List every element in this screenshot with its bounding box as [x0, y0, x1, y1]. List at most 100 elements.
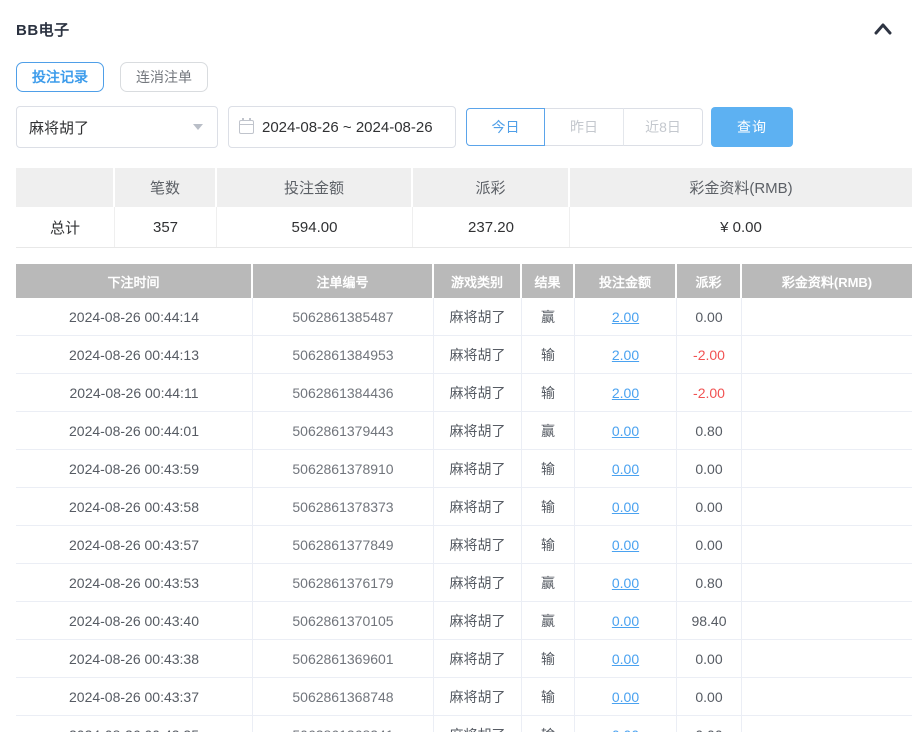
- payout-cell: 0.80: [677, 412, 742, 449]
- bet-time-cell: 2024-08-26 00:43:57: [16, 526, 253, 563]
- total-bonus: ¥ 0.00: [570, 207, 912, 247]
- total-count: 357: [115, 207, 217, 247]
- collapse-panel-button[interactable]: [872, 18, 894, 40]
- bet-amount-link[interactable]: 0.00: [612, 727, 639, 732]
- table-row: 2024-08-26 00:43:58 5062861378373 麻将胡了 输…: [16, 488, 912, 526]
- header-order-no: 注单编号: [253, 264, 434, 298]
- yesterday-button[interactable]: 昨日: [545, 108, 624, 146]
- order-no-cell: 5062861377849: [253, 526, 434, 563]
- bet-amount-cell: 0.00: [575, 488, 677, 525]
- payout-cell: 0.00: [677, 298, 742, 335]
- order-no-cell: 5062861384436: [253, 374, 434, 411]
- game-type-cell: 麻将胡了: [434, 526, 522, 563]
- bet-amount-link[interactable]: 0.00: [612, 575, 639, 591]
- order-no-cell: 5062861379443: [253, 412, 434, 449]
- bet-amount-link[interactable]: 2.00: [612, 309, 639, 325]
- order-no-cell: 5062861378910: [253, 450, 434, 487]
- bet-time-cell: 2024-08-26 00:43:40: [16, 602, 253, 639]
- bet-time-cell: 2024-08-26 00:44:11: [16, 374, 253, 411]
- filter-toolbar: 麻将胡了 2024-08-26 ~ 2024-08-26 今日 昨日 近8日 查…: [16, 106, 896, 148]
- bet-amount-link[interactable]: 0.00: [612, 461, 639, 477]
- result-cell: 输: [522, 678, 575, 715]
- bet-time-cell: 2024-08-26 00:43:58: [16, 488, 253, 525]
- game-type-cell: 麻将胡了: [434, 336, 522, 373]
- payout-cell: 0.00: [677, 488, 742, 525]
- summary-header-count: 笔数: [115, 168, 217, 207]
- bet-time-cell: 2024-08-26 00:43:53: [16, 564, 253, 601]
- bet-amount-link[interactable]: 2.00: [612, 385, 639, 401]
- panel-header: BB电子: [16, 18, 896, 40]
- game-select-value: 麻将胡了: [29, 117, 193, 138]
- payout-cell: 0.80: [677, 564, 742, 601]
- bet-amount-link[interactable]: 0.00: [612, 689, 639, 705]
- bet-amount-cell: 0.00: [575, 526, 677, 563]
- result-cell: 输: [522, 488, 575, 525]
- summary-table: 笔数 投注金额 派彩 彩金资料(RMB) 总计 357 594.00 237.2…: [16, 168, 912, 248]
- calendar-icon: [239, 120, 254, 134]
- today-button[interactable]: 今日: [466, 108, 545, 146]
- bonus-cell: [742, 640, 912, 677]
- bet-amount-link[interactable]: 0.00: [612, 499, 639, 515]
- total-bet-amount: 594.00: [217, 207, 413, 247]
- table-row: 2024-08-26 00:43:53 5062861376179 麻将胡了 赢…: [16, 564, 912, 602]
- chevron-down-icon: [193, 124, 203, 130]
- payout-cell: 0.00: [677, 526, 742, 563]
- summary-header-row: 笔数 投注金额 派彩 彩金资料(RMB): [16, 168, 912, 207]
- bonus-cell: [742, 336, 912, 373]
- bet-amount-cell: 0.00: [575, 564, 677, 601]
- result-cell: 输: [522, 374, 575, 411]
- date-range-picker[interactable]: 2024-08-26 ~ 2024-08-26: [228, 106, 456, 148]
- summary-header-blank: [16, 168, 115, 207]
- bet-amount-cell: 0.00: [575, 640, 677, 677]
- order-no-cell: 5062861368241: [253, 716, 434, 732]
- game-type-cell: 麻将胡了: [434, 298, 522, 335]
- header-game-type: 游戏类别: [434, 264, 522, 298]
- bet-amount-cell: 2.00: [575, 336, 677, 373]
- bet-amount-cell: 0.00: [575, 716, 677, 732]
- summary-header-bet-amount: 投注金额: [217, 168, 413, 207]
- game-select[interactable]: 麻将胡了: [16, 106, 218, 148]
- quick-date-button-group: 今日 昨日 近8日: [466, 108, 703, 146]
- bonus-cell: [742, 602, 912, 639]
- bet-amount-link[interactable]: 0.00: [612, 537, 639, 553]
- bet-amount-link[interactable]: 0.00: [612, 423, 639, 439]
- page-title: BB电子: [16, 19, 70, 40]
- tab-betting-records[interactable]: 投注记录: [16, 62, 104, 92]
- game-type-cell: 麻将胡了: [434, 640, 522, 677]
- summary-total-row: 总计 357 594.00 237.20 ¥ 0.00: [16, 207, 912, 248]
- table-row: 2024-08-26 00:43:35 5062861368241 麻将胡了 输…: [16, 716, 912, 732]
- order-no-cell: 5062861376179: [253, 564, 434, 601]
- last-8-days-button[interactable]: 近8日: [624, 108, 703, 146]
- order-no-cell: 5062861369601: [253, 640, 434, 677]
- result-cell: 赢: [522, 412, 575, 449]
- result-cell: 输: [522, 336, 575, 373]
- search-button[interactable]: 查询: [711, 107, 793, 147]
- game-type-cell: 麻将胡了: [434, 488, 522, 525]
- bet-amount-cell: 0.00: [575, 412, 677, 449]
- game-type-cell: 麻将胡了: [434, 374, 522, 411]
- table-row: 2024-08-26 00:44:14 5062861385487 麻将胡了 赢…: [16, 298, 912, 336]
- bet-amount-cell: 0.00: [575, 678, 677, 715]
- summary-header-bonus: 彩金资料(RMB): [570, 168, 912, 207]
- record-type-tabs: 投注记录 连消注单: [16, 62, 896, 92]
- table-row: 2024-08-26 00:43:38 5062861369601 麻将胡了 输…: [16, 640, 912, 678]
- result-cell: 赢: [522, 564, 575, 601]
- bet-amount-link[interactable]: 0.00: [612, 613, 639, 629]
- tab-label: 连消注单: [136, 67, 192, 87]
- header-bet-amount: 投注金额: [575, 264, 677, 298]
- records-table: 下注时间 注单编号 游戏类别 结果 投注金额 派彩 彩金资料(RMB) 2024…: [16, 264, 912, 732]
- game-type-cell: 麻将胡了: [434, 564, 522, 601]
- payout-cell: 0.00: [677, 716, 742, 732]
- tab-cancelled-orders[interactable]: 连消注单: [120, 62, 208, 92]
- bet-amount-link[interactable]: 2.00: [612, 347, 639, 363]
- bet-amount-cell: 2.00: [575, 374, 677, 411]
- betting-records-panel: BB电子 投注记录 连消注单 麻将胡了 2024-08-26 ~ 2024-08…: [0, 0, 912, 732]
- bet-amount-cell: 2.00: [575, 298, 677, 335]
- bet-time-cell: 2024-08-26 00:43:59: [16, 450, 253, 487]
- tab-label: 投注记录: [32, 67, 88, 87]
- order-no-cell: 5062861384953: [253, 336, 434, 373]
- bet-amount-link[interactable]: 0.00: [612, 651, 639, 667]
- game-type-cell: 麻将胡了: [434, 412, 522, 449]
- date-range-value: 2024-08-26 ~ 2024-08-26: [262, 119, 433, 136]
- table-row: 2024-08-26 00:44:01 5062861379443 麻将胡了 赢…: [16, 412, 912, 450]
